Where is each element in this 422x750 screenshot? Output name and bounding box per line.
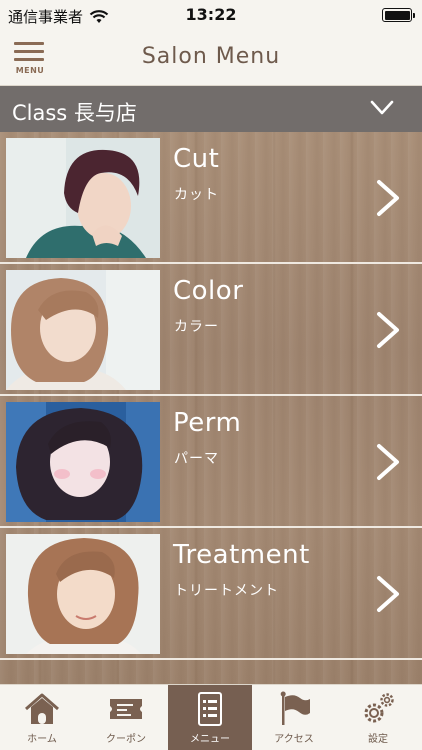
- tab-access[interactable]: アクセス: [252, 685, 336, 750]
- status-bar: 通信事業者 13:22: [0, 0, 422, 30]
- menu-item-title: Cut: [173, 144, 220, 174]
- flag-icon: [280, 691, 310, 725]
- menu-item-color[interactable]: Color カラー: [0, 264, 422, 396]
- chevron-down-icon: [370, 100, 394, 115]
- tab-bar: ホーム クーポン メニュー アクセス 設定: [0, 684, 422, 750]
- perm-photo: [6, 402, 160, 522]
- menu-item-subtitle: トリートメント: [174, 583, 279, 599]
- chevron-right-icon: [377, 576, 399, 612]
- tab-label: アクセス: [274, 734, 314, 745]
- chevron-right-icon: [377, 180, 399, 216]
- chevron-right-icon: [377, 312, 399, 348]
- chevron-right-icon: [377, 444, 399, 480]
- tab-label: 設定: [368, 734, 388, 745]
- page-title: Salon Menu: [141, 44, 281, 69]
- tab-label: クーポン: [106, 734, 146, 745]
- gear-icon: [364, 693, 394, 723]
- menu-item-perm[interactable]: Perm パーマ: [0, 396, 422, 528]
- clock: 13:22: [185, 5, 237, 24]
- menu-item-title: Color: [173, 276, 244, 306]
- menu-item-treatment[interactable]: Treatment トリートメント: [0, 528, 422, 660]
- salon-menu-list: Cut カット Color カラー Perm パーマ Treatment トリー…: [0, 132, 422, 684]
- battery-icon: [382, 8, 415, 22]
- color-photo: [6, 270, 160, 390]
- menu-item-cut[interactable]: Cut カット: [0, 132, 422, 264]
- home-icon: [25, 693, 59, 724]
- treatment-photo: [6, 534, 160, 654]
- tab-home[interactable]: ホーム: [0, 685, 84, 750]
- store-selector[interactable]: Class 長与店: [0, 86, 422, 132]
- tab-settings[interactable]: 設定: [336, 685, 420, 750]
- menu-item-title: Perm: [173, 408, 242, 438]
- tab-menu[interactable]: メニュー: [168, 685, 252, 750]
- app-header: MENU Salon Menu: [0, 30, 422, 86]
- cut-photo: [6, 138, 160, 258]
- coupon-icon: [110, 699, 142, 719]
- tab-label: ホーム: [27, 734, 57, 745]
- menu-item-subtitle: カラー: [174, 319, 219, 335]
- menu-item-title: Treatment: [173, 540, 310, 570]
- tab-coupon[interactable]: クーポン: [84, 685, 168, 750]
- menu-list-icon: [198, 692, 222, 726]
- store-name: Class 長与店: [12, 101, 137, 125]
- menu-item-subtitle: パーマ: [174, 451, 219, 467]
- tab-label: メニュー: [190, 734, 230, 745]
- menu-item-subtitle: カット: [174, 187, 219, 203]
